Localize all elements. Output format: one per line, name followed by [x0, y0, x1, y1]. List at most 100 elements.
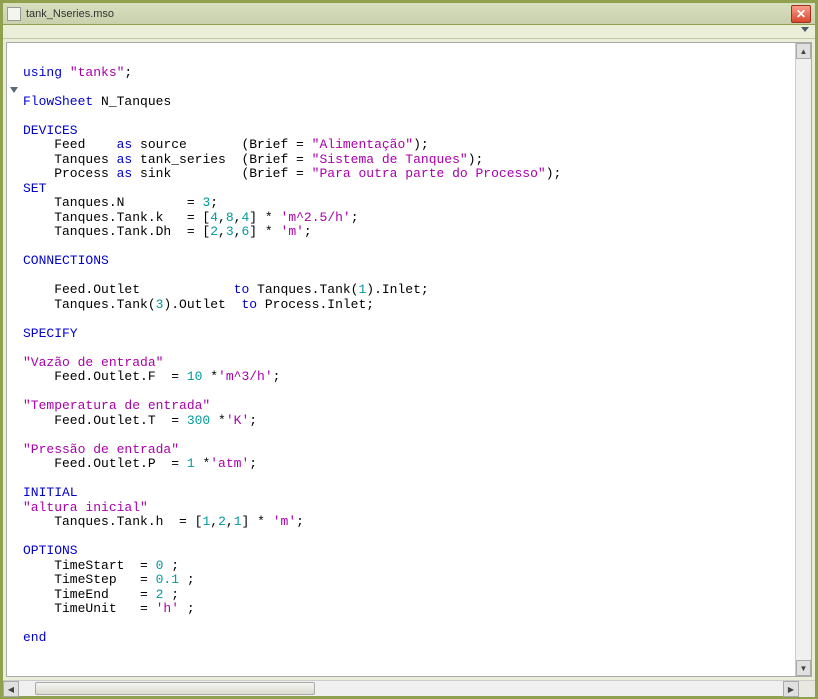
scroll-track-vertical[interactable] [796, 59, 811, 660]
text: Tanques.Tank( [23, 297, 156, 312]
text: * [202, 369, 218, 384]
text: Tanques.Tank.k = [ [23, 210, 210, 225]
string: "Vazão de entrada" [23, 355, 163, 370]
keyword: as [117, 137, 133, 152]
string: 'K' [226, 413, 249, 428]
string: 'm^3/h' [218, 369, 273, 384]
scroll-down-button[interactable]: ▼ [796, 660, 811, 676]
close-button[interactable]: ✕ [791, 5, 811, 23]
string: "tanks" [70, 65, 125, 80]
fold-marker-icon[interactable] [10, 87, 18, 93]
string: "Sistema de Tanques" [312, 152, 468, 167]
text: ; [124, 65, 132, 80]
string: "Para outra parte do Processo" [312, 166, 546, 181]
text: Feed.Outlet.P = [23, 456, 187, 471]
text: ; [179, 572, 195, 587]
number: 1 [234, 514, 242, 529]
scroll-left-button[interactable]: ◀ [3, 681, 19, 697]
text: ; [304, 224, 312, 239]
text: ; [249, 413, 257, 428]
text: Process [23, 166, 117, 181]
text: Tanques.N = [23, 195, 202, 210]
content-area: using "tanks"; FlowSheet N_Tanques DEVIC… [3, 39, 815, 680]
horizontal-scrollbar[interactable]: ◀ ▶ [3, 680, 815, 696]
scroll-up-button[interactable]: ▲ [796, 43, 811, 59]
number: 300 [187, 413, 210, 428]
text: ] * [249, 210, 280, 225]
number: 2 [218, 514, 226, 529]
string: "Alimentação" [312, 137, 413, 152]
text: ; [163, 587, 179, 602]
text: Tanques [23, 152, 117, 167]
text: Feed.Outlet [23, 282, 234, 297]
text: source (Brief = [132, 137, 311, 152]
text: , [218, 224, 226, 239]
text: TimeStep = [23, 572, 156, 587]
keyword: using [23, 65, 70, 80]
number: 0.1 [156, 572, 179, 587]
editor-container: using "tanks"; FlowSheet N_Tanques DEVIC… [6, 42, 812, 677]
string: 'h' [156, 601, 179, 616]
keyword: INITIAL [23, 485, 78, 500]
keyword: OPTIONS [23, 543, 78, 558]
keyword: to [241, 297, 257, 312]
fold-gutter[interactable] [7, 43, 21, 676]
scroll-track-horizontal[interactable] [19, 681, 783, 696]
keyword: FlowSheet [23, 94, 93, 109]
number: 2 [210, 224, 218, 239]
vertical-scrollbar[interactable]: ▲ ▼ [795, 43, 811, 676]
text: TimeStart = [23, 558, 156, 573]
text: ; [163, 558, 179, 573]
string: 'm' [281, 224, 304, 239]
text: TimeUnit = [23, 601, 156, 616]
string: "Pressão de entrada" [23, 442, 179, 457]
text: Feed [23, 137, 117, 152]
text: Tanques.Tank.Dh = [ [23, 224, 210, 239]
keyword: end [23, 630, 46, 645]
number: 10 [187, 369, 203, 384]
titlebar[interactable]: tank_Nseries.mso ✕ [3, 3, 815, 25]
keyword: as [117, 166, 133, 181]
editor-window: tank_Nseries.mso ✕ using "tanks"; FlowSh… [0, 0, 818, 699]
scroll-thumb-horizontal[interactable] [35, 682, 315, 695]
string: "altura inicial" [23, 500, 148, 515]
string: "Temperatura de entrada" [23, 398, 210, 413]
text: Feed.Outlet.T = [23, 413, 187, 428]
scroll-right-button[interactable]: ▶ [783, 681, 799, 697]
text: ; [210, 195, 218, 210]
text: ; [273, 369, 281, 384]
text: TimeEnd = [23, 587, 156, 602]
keyword: SPECIFY [23, 326, 78, 341]
number: 1 [187, 456, 195, 471]
toolbar [3, 25, 815, 39]
string: 'atm' [210, 456, 249, 471]
text: Tanques.Tank.h = [ [23, 514, 202, 529]
text: Process.Inlet; [257, 297, 374, 312]
toolbar-dropdown-icon[interactable] [801, 27, 809, 32]
keyword: as [117, 152, 133, 167]
document-icon [7, 7, 21, 21]
text: , [210, 514, 218, 529]
text: sink (Brief = [132, 166, 311, 181]
keyword: to [234, 282, 250, 297]
text: ; [296, 514, 304, 529]
text: ] * [242, 514, 273, 529]
number: 4 [210, 210, 218, 225]
code-editor[interactable]: using "tanks"; FlowSheet N_Tanques DEVIC… [21, 43, 795, 676]
keyword: SET [23, 181, 46, 196]
scroll-corner [799, 681, 815, 697]
text: ; [249, 456, 257, 471]
keyword: DEVICES [23, 123, 78, 138]
text: ); [413, 137, 429, 152]
string: 'm^2.5/h' [281, 210, 351, 225]
text: ); [468, 152, 484, 167]
text: ).Inlet; [366, 282, 428, 297]
text: ); [546, 166, 562, 181]
text: , [218, 210, 226, 225]
keyword: CONNECTIONS [23, 253, 109, 268]
window-title: tank_Nseries.mso [26, 8, 791, 20]
number: 8 [226, 210, 234, 225]
string: 'm' [273, 514, 296, 529]
text: Tanques.Tank( [249, 282, 358, 297]
text: * [195, 456, 211, 471]
